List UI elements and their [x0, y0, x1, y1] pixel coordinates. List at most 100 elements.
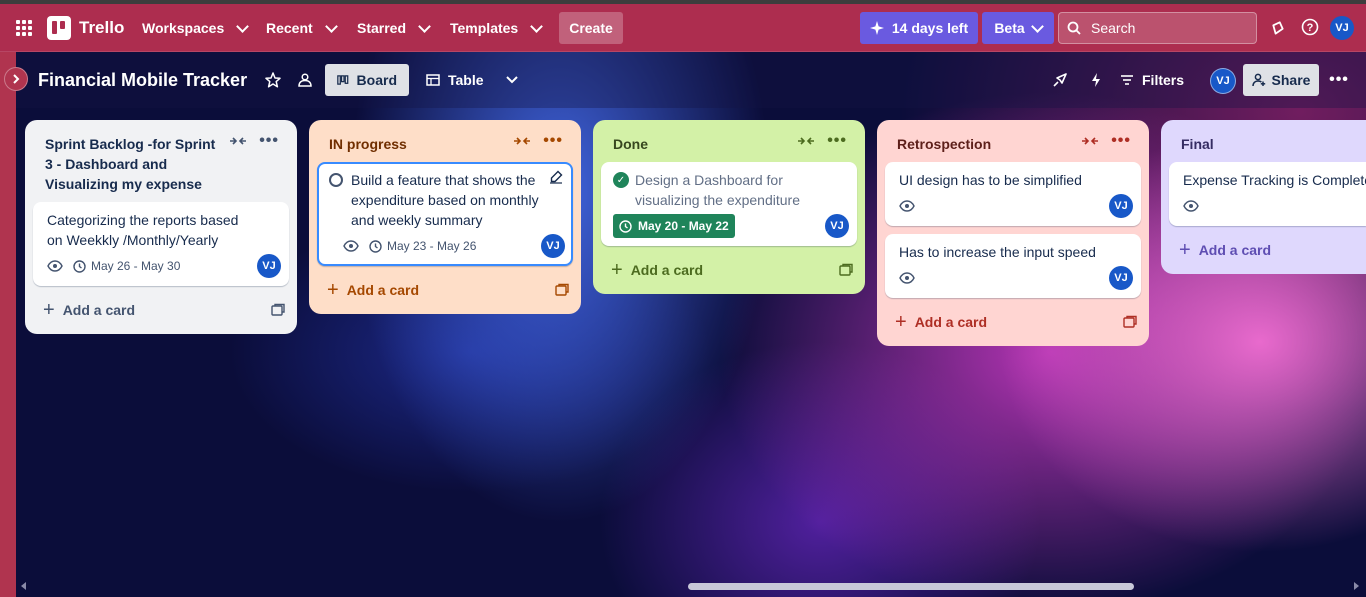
card-title: Build a feature that shows the expenditu…: [351, 172, 539, 228]
create-from-template-icon[interactable]: [839, 263, 853, 277]
add-card-button[interactable]: + Add a card: [885, 306, 1141, 338]
card[interactable]: Expense Tracking is Completed: [1169, 162, 1366, 226]
filter-icon: [1121, 75, 1133, 85]
trello-logo[interactable]: Trello: [47, 16, 124, 40]
due-date-badge[interactable]: May 23 - May 26: [369, 239, 476, 253]
nav-recent-label: Recent: [266, 20, 313, 36]
list-header[interactable]: Sprint Backlog -for Sprint 3 - Dashboard…: [33, 120, 289, 194]
create-from-template-icon[interactable]: [271, 303, 285, 317]
board-view-icon: [337, 75, 349, 85]
completed-check-icon[interactable]: ✓: [613, 172, 629, 188]
edit-card-icon[interactable]: [549, 170, 563, 184]
card-member-avatar[interactable]: VJ: [257, 254, 281, 278]
card-member-avatar[interactable]: VJ: [825, 214, 849, 238]
scroll-right-arrow-icon[interactable]: [1352, 582, 1360, 590]
card[interactable]: Build a feature that shows the expenditu…: [317, 162, 573, 266]
clock-icon: [369, 239, 382, 253]
list-header[interactable]: Done •••: [601, 120, 857, 154]
sparkle-icon: [869, 21, 884, 35]
chevron-down-icon: [530, 19, 544, 33]
notifications-icon[interactable]: [1267, 16, 1289, 38]
card[interactable]: UI design has to be simplified VJ: [885, 162, 1141, 226]
share-button[interactable]: Share: [1243, 64, 1319, 96]
collapse-list-icon[interactable]: [229, 135, 247, 147]
filters-button[interactable]: Filters: [1120, 64, 1184, 96]
add-card-button[interactable]: + Add a card: [1169, 234, 1358, 266]
search-input[interactable]: [1089, 19, 1243, 37]
add-card-button[interactable]: + Add a card: [33, 294, 289, 326]
add-card-label: Add a card: [346, 282, 420, 298]
member-avatar[interactable]: VJ: [1330, 16, 1354, 40]
search-field[interactable]: [1058, 12, 1257, 44]
card-title: Categorizing the reports based on Weekkl…: [47, 212, 239, 248]
create-from-template-icon[interactable]: [555, 283, 569, 297]
card[interactable]: Categorizing the reports based on Weekkl…: [33, 202, 289, 286]
chevron-right-icon: [13, 74, 20, 84]
chevron-down-icon: [324, 19, 338, 33]
trello-logo-icon: [47, 16, 71, 40]
create-from-template-icon[interactable]: [1123, 315, 1137, 329]
expand-sidebar-button[interactable]: [4, 67, 28, 91]
card-member-avatar[interactable]: VJ: [1109, 194, 1133, 218]
list-header[interactable]: IN progress •••: [317, 120, 573, 154]
card-member-avatar[interactable]: VJ: [1109, 266, 1133, 290]
list-done: Done ••• ✓ Design a Dashboard for visual…: [593, 120, 865, 294]
create-button[interactable]: Create: [559, 12, 623, 44]
power-ups-icon[interactable]: [1050, 70, 1070, 90]
nav-templates[interactable]: Templates: [438, 12, 553, 44]
nav-workspaces-label: Workspaces: [142, 20, 225, 36]
list-retrospection: Retrospection ••• UI design has to be si…: [877, 120, 1149, 346]
list-header[interactable]: Retrospection •••: [885, 120, 1141, 154]
card[interactable]: Has to increase the input speed VJ: [885, 234, 1141, 298]
collapse-list-icon[interactable]: [797, 135, 815, 147]
plus-icon: +: [43, 299, 55, 321]
trial-days-button[interactable]: 14 days left: [860, 12, 978, 44]
top-navigation-bar: Trello Workspaces Recent Starred Templat…: [0, 4, 1366, 52]
clock-icon: [73, 259, 86, 273]
list-sprint-backlog: Sprint Backlog -for Sprint 3 - Dashboard…: [25, 120, 297, 334]
nav-workspaces[interactable]: Workspaces: [130, 12, 259, 44]
automation-icon[interactable]: [1086, 70, 1106, 90]
due-date-text: May 26 - May 30: [91, 259, 181, 273]
app-switcher-icon[interactable]: [16, 20, 32, 36]
view-table-button[interactable]: Table: [414, 64, 496, 96]
board-title[interactable]: Financial Mobile Tracker: [38, 70, 247, 91]
card-title: Has to increase the input speed: [899, 244, 1096, 260]
add-card-button[interactable]: + Add a card: [601, 254, 857, 286]
due-date-badge[interactable]: May 26 - May 30: [73, 259, 180, 273]
list-title: Final: [1181, 136, 1214, 152]
collapse-list-icon[interactable]: [1081, 135, 1099, 147]
more-views-chevron-icon[interactable]: [502, 70, 522, 90]
list-menu-icon[interactable]: •••: [827, 133, 847, 149]
clock-icon: [619, 219, 632, 233]
plus-icon: +: [327, 279, 339, 301]
watch-eye-icon: [1183, 200, 1199, 212]
nav-starred[interactable]: Starred: [345, 12, 441, 44]
list-menu-icon[interactable]: •••: [543, 133, 563, 149]
collapse-list-icon[interactable]: [513, 135, 531, 147]
list-title: Sprint Backlog -for Sprint 3 - Dashboard…: [45, 136, 216, 192]
visibility-icon[interactable]: [295, 70, 315, 90]
complete-checkbox[interactable]: [329, 173, 343, 187]
add-card-button[interactable]: + Add a card: [317, 274, 573, 306]
list-header[interactable]: Final: [1169, 120, 1358, 154]
list-menu-icon[interactable]: •••: [259, 133, 279, 149]
scroll-left-arrow-icon[interactable]: [20, 582, 28, 590]
watch-eye-icon: [899, 200, 915, 212]
nav-recent[interactable]: Recent: [254, 12, 348, 44]
chevron-down-icon: [1030, 19, 1044, 33]
scrollbar-thumb[interactable]: [688, 583, 1134, 590]
help-icon[interactable]: ?: [1299, 16, 1321, 38]
board-menu-icon[interactable]: •••: [1329, 70, 1349, 90]
svg-text:?: ?: [1307, 22, 1314, 34]
card-member-avatar[interactable]: VJ: [541, 234, 565, 258]
horizontal-scrollbar[interactable]: [16, 580, 1366, 592]
card[interactable]: ✓ Design a Dashboard for visualizing the…: [601, 162, 857, 246]
beta-button[interactable]: Beta: [982, 12, 1054, 44]
board-member-avatar[interactable]: VJ: [1210, 68, 1236, 94]
list-menu-icon[interactable]: •••: [1111, 133, 1131, 149]
view-board-button[interactable]: Board: [325, 64, 409, 96]
star-icon[interactable]: [263, 70, 283, 90]
beta-label: Beta: [994, 20, 1025, 36]
due-date-badge-complete[interactable]: May 20 - May 22: [613, 214, 735, 238]
